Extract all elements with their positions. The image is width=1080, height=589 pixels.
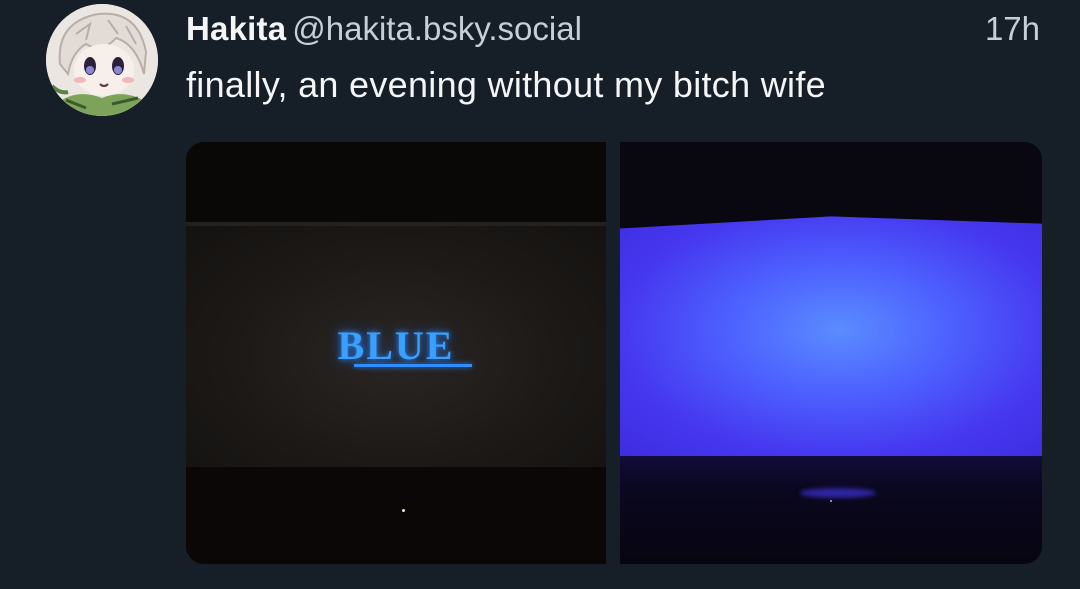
image-right-screen bbox=[620, 216, 1042, 456]
image-right-ceiling bbox=[620, 142, 1042, 222]
screen-title-text: BLUE bbox=[337, 323, 455, 368]
image-left-screen-edge bbox=[186, 222, 606, 226]
image-left-ceiling bbox=[186, 142, 606, 222]
post-header: Hakita @hakita.bsky.social 17h bbox=[186, 10, 1040, 56]
image-left-theater-blue-title[interactable]: BLUE bbox=[186, 142, 606, 564]
exit-light-dot bbox=[402, 509, 405, 512]
author-display-name[interactable]: Hakita bbox=[186, 10, 286, 47]
exit-light-dot bbox=[830, 500, 832, 502]
author-handle[interactable]: @hakita.bsky.social bbox=[292, 10, 582, 47]
image-right-theater-blue-screen[interactable] bbox=[620, 142, 1042, 564]
screen-title-underline bbox=[354, 364, 472, 367]
post-timestamp[interactable]: 17h bbox=[985, 10, 1040, 48]
image-left-floor bbox=[186, 467, 606, 564]
image-right-floor bbox=[620, 456, 1042, 564]
image-right-floor-glow bbox=[800, 488, 876, 498]
avatar[interactable] bbox=[46, 4, 158, 116]
post-text: finally, an evening without my bitch wif… bbox=[186, 64, 826, 105]
avatar-image bbox=[46, 4, 158, 116]
post[interactable]: Hakita @hakita.bsky.social 17h finally, a… bbox=[0, 0, 1080, 589]
image-grid: BLUE bbox=[186, 142, 1042, 564]
